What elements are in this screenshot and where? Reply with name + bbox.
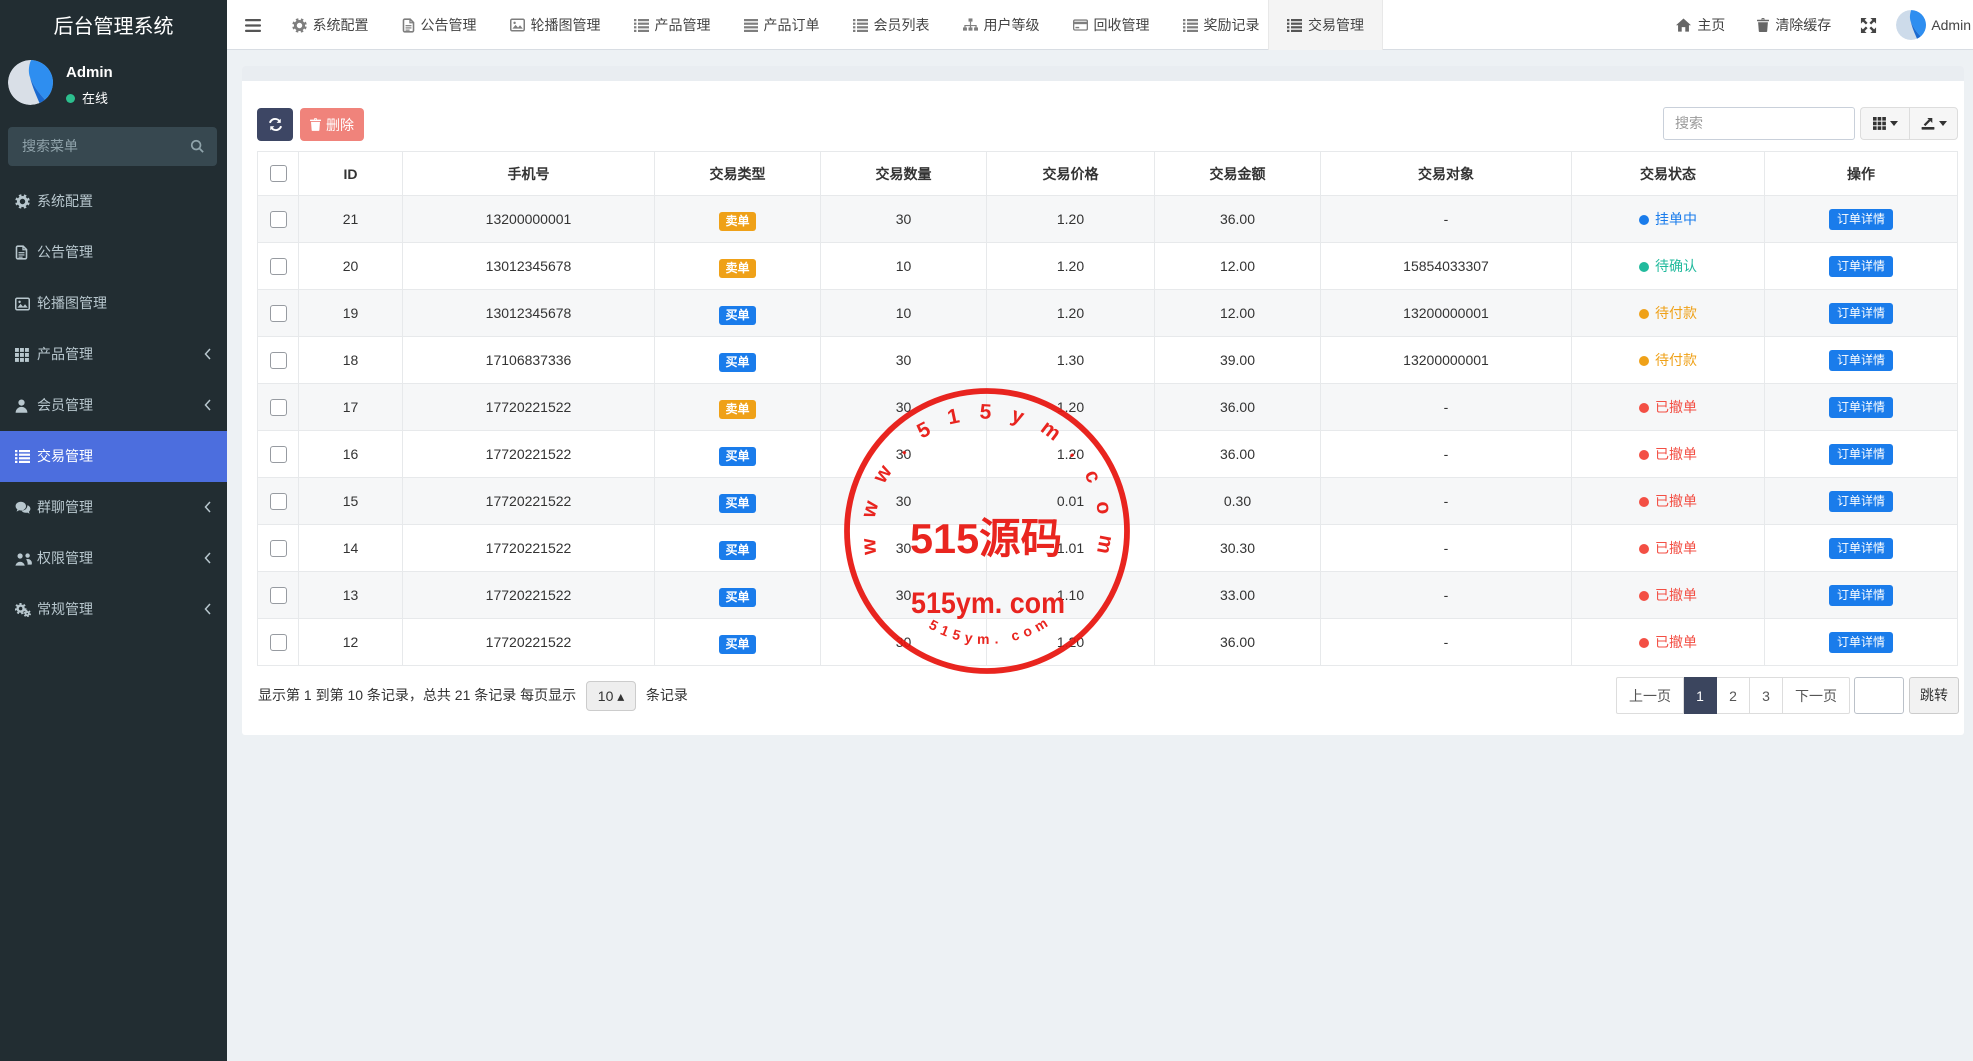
svg-text:515源码: 515源码 [910, 515, 1062, 562]
